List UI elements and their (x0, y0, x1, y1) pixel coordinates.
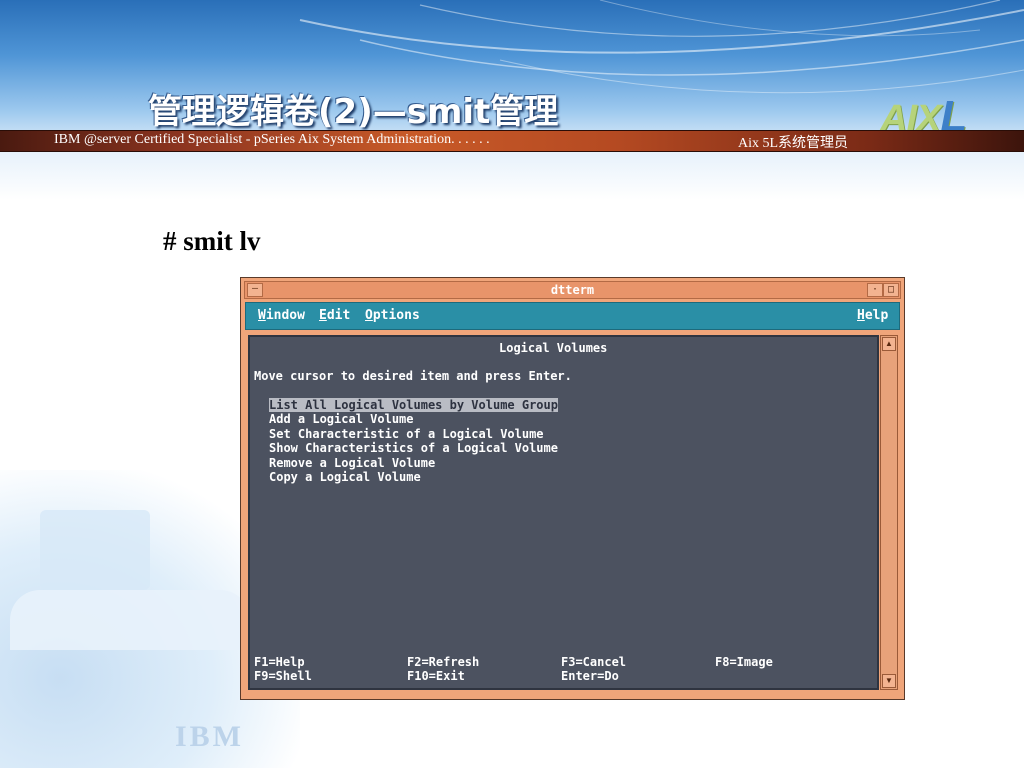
desk-illustration (10, 590, 250, 650)
terminal-screen[interactable]: Logical Volumes Move cursor to desired i… (248, 335, 879, 690)
banner-course-title: IBM @server Certified Specialist - pSeri… (54, 132, 490, 147)
banner-course-subtitle: Aix 5L系统管理员 (738, 136, 849, 151)
menu-item-show-characteristics[interactable]: Show Characteristics of a Logical Volume (269, 441, 558, 455)
slide-title: 管理逻辑卷(2)—smit管理 (148, 92, 559, 132)
command-text: # smit lv (163, 226, 261, 256)
header-banner: IBM @server Certified Specialist - pSeri… (0, 130, 1024, 152)
fkey-refresh[interactable]: F2=Refresh (407, 655, 479, 669)
ibm-watermark-logo: IBM (175, 720, 244, 753)
fkey-image[interactable]: F8=Image (715, 655, 773, 669)
terminal-heading: Logical Volumes (499, 341, 608, 355)
scroll-up-arrow-icon[interactable]: ▲ (882, 337, 896, 351)
menu-item-list-all[interactable]: List All Logical Volumes by Volume Group (269, 398, 558, 413)
fkey-shell[interactable]: F9=Shell (254, 669, 312, 683)
dtterm-window: — dtterm · □ Window Edit Options Help Lo… (240, 277, 905, 700)
fkey-enter-do[interactable]: Enter=Do (561, 669, 619, 683)
terminal-instruction: Move cursor to desired item and press En… (254, 369, 572, 383)
fkey-exit[interactable]: F10=Exit (407, 669, 465, 683)
menu-options[interactable]: Options (365, 308, 420, 323)
menu-edit[interactable]: Edit (319, 308, 350, 323)
fkey-help[interactable]: F1=Help (254, 655, 305, 669)
menu-item-remove[interactable]: Remove a Logical Volume (269, 456, 435, 470)
menu-item-add[interactable]: Add a Logical Volume (269, 412, 414, 426)
menu-window[interactable]: Window (258, 308, 305, 323)
minimize-icon[interactable]: · (867, 283, 883, 297)
fkey-cancel[interactable]: F3=Cancel (561, 655, 626, 669)
menu-item-set-characteristic[interactable]: Set Characteristic of a Logical Volume (269, 427, 544, 441)
window-titlebar[interactable]: — dtterm · □ (244, 281, 901, 299)
menubar: Window Edit Options Help (245, 302, 900, 330)
scroll-down-arrow-icon[interactable]: ▼ (882, 674, 896, 688)
maximize-icon[interactable]: □ (883, 283, 899, 297)
menu-help[interactable]: Help (857, 308, 888, 323)
terminal-scrollbar[interactable]: ▲ ▼ (880, 335, 898, 690)
computer-illustration (40, 510, 150, 590)
menu-item-copy[interactable]: Copy a Logical Volume (269, 470, 421, 484)
window-title: dtterm (550, 283, 595, 297)
